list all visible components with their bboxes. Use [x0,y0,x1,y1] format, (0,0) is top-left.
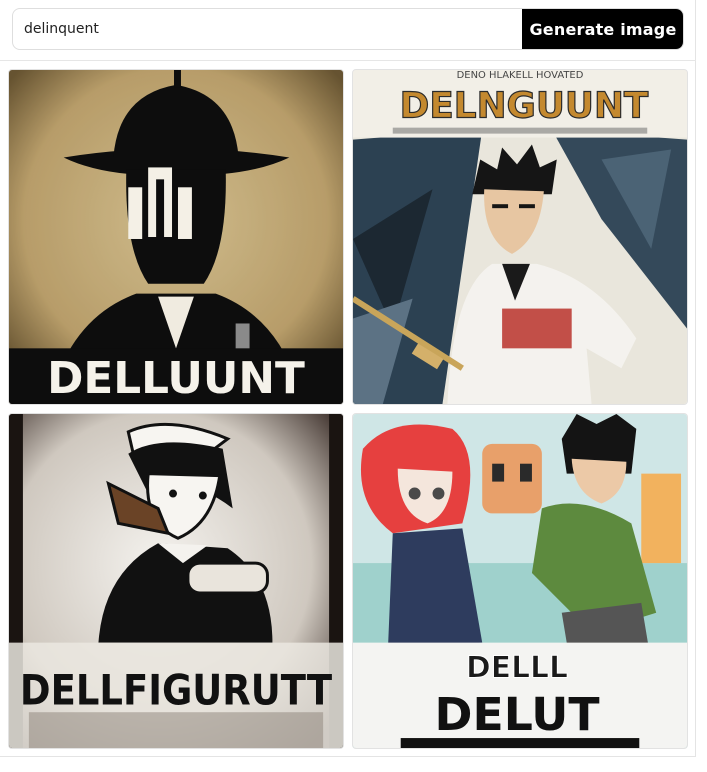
image-2-art: DENO HLAKELL HOVATED DELNGUUNT [353,70,687,404]
prompt-input[interactable] [13,9,523,49]
image-2-subtitle: DENO HLAKELL HOVATED [457,70,584,81]
generate-image-button[interactable]: Generate image [522,9,683,49]
image-1-poster-text: DELLUUNT [47,353,305,404]
image-4-subtitle: DELLL [466,650,568,685]
divider [0,60,696,61]
image-2-poster-text: DELNGUUNT [400,86,649,127]
image-4-art: DELLL DELUT [353,414,687,748]
generated-image-1[interactable]: DELLUUNT [8,69,344,405]
image-3-poster-text: DELLFIGURUTT [20,665,333,714]
generated-image-2[interactable]: DENO HLAKELL HOVATED DELNGUUNT [352,69,688,405]
generated-image-4[interactable]: DELLL DELUT [352,413,688,749]
prompt-bar: Generate image [12,8,684,50]
image-4-poster-text: DELUT [435,688,600,741]
generated-image-3[interactable]: DELLFIGURUTT [8,413,344,749]
image-3-art: DELLFIGURUTT [9,414,343,748]
image-1-art: DELLUUNT [9,70,343,404]
